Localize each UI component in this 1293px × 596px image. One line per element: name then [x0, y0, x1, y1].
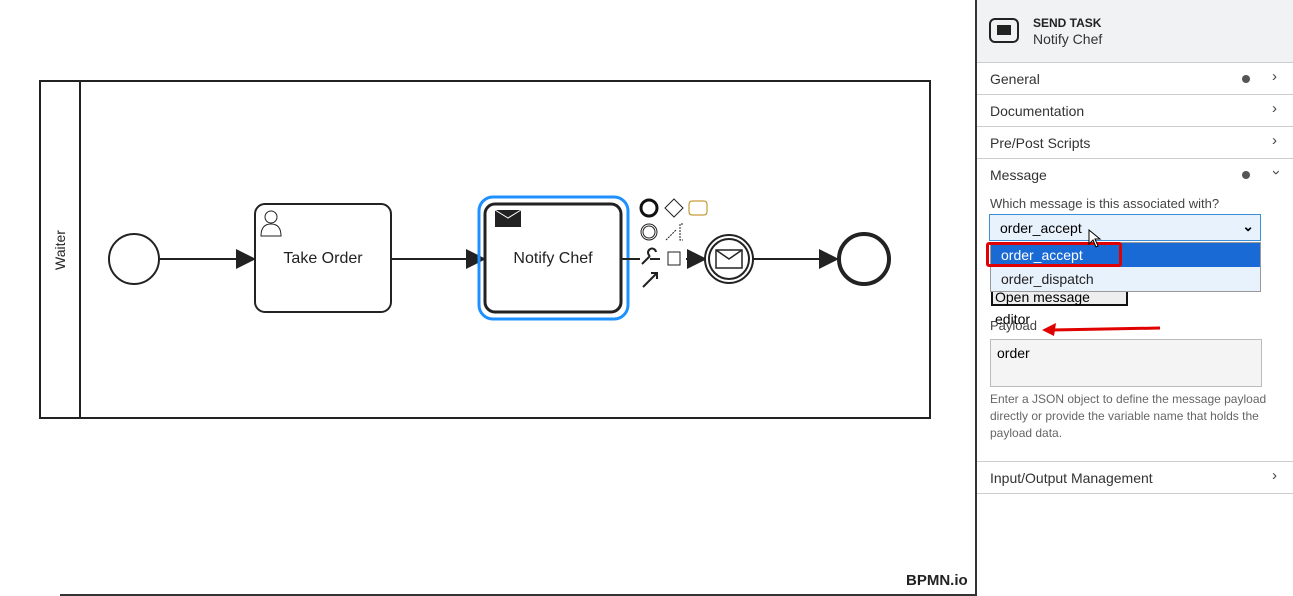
bpmn-canvas[interactable]: Waiter Take Order Notify Chef BPMN.io — [0, 0, 975, 596]
properties-panel: SEND TASK Notify Chef General › Documenta… — [975, 0, 1293, 596]
panel-header: SEND TASK Notify Chef — [977, 0, 1293, 63]
message-question-label: Which message is this associated with? — [990, 196, 1220, 211]
task-label: Take Order — [283, 250, 363, 267]
annotation-icon — [665, 223, 683, 241]
connect-arrow-icon — [642, 272, 658, 288]
element-type: SEND TASK — [1033, 16, 1102, 30]
end-event-icon — [639, 198, 659, 218]
data-dot-icon — [1242, 171, 1250, 179]
group-message-header[interactable]: Message › — [977, 159, 1293, 190]
chevron-down-icon: ⌄ — [1242, 218, 1254, 234]
wrench-icon — [641, 247, 657, 265]
group-message: Message › Which message is this associate… — [977, 159, 1293, 462]
message-select[interactable]: order_accept ⌄ — [989, 214, 1261, 241]
context-pad[interactable] — [639, 198, 708, 288]
payload-help-text: Enter a JSON object to define the messag… — [990, 392, 1267, 440]
group-documentation[interactable]: Documentation › — [977, 95, 1293, 127]
chevron-right-icon: › — [1272, 467, 1277, 484]
send-task-icon — [989, 18, 1019, 43]
task-label: Notify Chef — [513, 250, 593, 267]
payload-label: Payload — [990, 318, 1037, 333]
option-order-dispatch[interactable]: order_dispatch — [991, 267, 1260, 291]
payload-textarea[interactable]: order — [990, 339, 1262, 387]
lane-label: Waiter — [52, 230, 68, 270]
group-io[interactable]: Input/Output Management › — [977, 462, 1293, 494]
start-event[interactable] — [108, 233, 160, 285]
mouse-cursor-icon — [1088, 229, 1102, 248]
annotation-arrow — [1042, 323, 1161, 336]
chevron-right-icon: › — [1272, 68, 1277, 85]
data-dot-icon — [1242, 75, 1250, 83]
task-icon — [688, 200, 708, 216]
trash-icon — [667, 251, 681, 266]
chevron-down-icon: › — [1268, 170, 1285, 175]
envelope-icon — [494, 209, 522, 227]
group-scripts[interactable]: Pre/Post Scripts › — [977, 127, 1293, 159]
end-event[interactable] — [837, 232, 891, 286]
chevron-right-icon: › — [1272, 132, 1277, 149]
chevron-right-icon: › — [1272, 100, 1277, 117]
gateway-icon — [664, 198, 684, 218]
group-general[interactable]: General › — [977, 63, 1293, 95]
element-name: Notify Chef — [1033, 31, 1103, 47]
bpmn-io-logo[interactable]: BPMN.io — [906, 572, 968, 589]
